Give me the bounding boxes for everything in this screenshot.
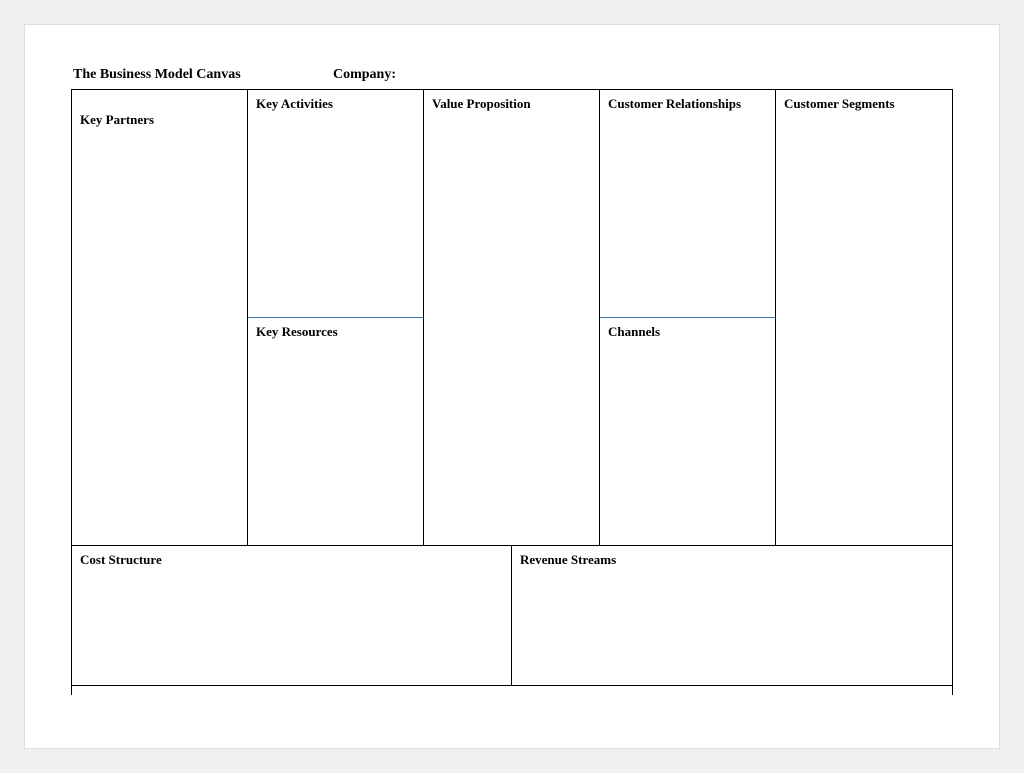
label-key-activities: Key Activities <box>248 90 423 119</box>
cell-revenue-streams: Revenue Streams <box>512 546 952 685</box>
canvas-top-grid: Key Partners Key Activities Key Resource… <box>72 90 952 545</box>
canvas-title: The Business Model Canvas <box>73 67 333 83</box>
col-relationships-channels: Customer Relationships Channels <box>600 90 776 545</box>
cell-key-activities: Key Activities <box>248 90 423 318</box>
label-channels: Channels <box>600 318 775 347</box>
canvas-header: The Business Model Canvas Company: <box>71 67 953 83</box>
label-cost-structure: Cost Structure <box>72 546 511 575</box>
canvas-footer-edge <box>71 685 953 695</box>
cell-value-proposition: Value Proposition <box>424 90 600 545</box>
label-customer-segments: Customer Segments <box>776 90 952 119</box>
cell-key-partners: Key Partners <box>72 90 248 545</box>
canvas-bottom-grid: Cost Structure Revenue Streams <box>72 545 952 685</box>
business-model-canvas: Key Partners Key Activities Key Resource… <box>71 89 953 686</box>
document-page: The Business Model Canvas Company: Key P… <box>24 24 1000 749</box>
label-revenue-streams: Revenue Streams <box>512 546 952 575</box>
company-label: Company: <box>333 67 396 83</box>
label-key-partners: Key Partners <box>72 90 247 135</box>
label-value-proposition: Value Proposition <box>424 90 599 119</box>
col-activities-resources: Key Activities Key Resources <box>248 90 424 545</box>
cell-cost-structure: Cost Structure <box>72 546 512 685</box>
label-customer-relationships: Customer Relationships <box>600 90 775 119</box>
cell-key-resources: Key Resources <box>248 318 423 545</box>
cell-customer-segments: Customer Segments <box>776 90 952 545</box>
cell-customer-relationships: Customer Relationships <box>600 90 775 318</box>
label-key-resources: Key Resources <box>248 318 423 347</box>
cell-channels: Channels <box>600 318 775 545</box>
